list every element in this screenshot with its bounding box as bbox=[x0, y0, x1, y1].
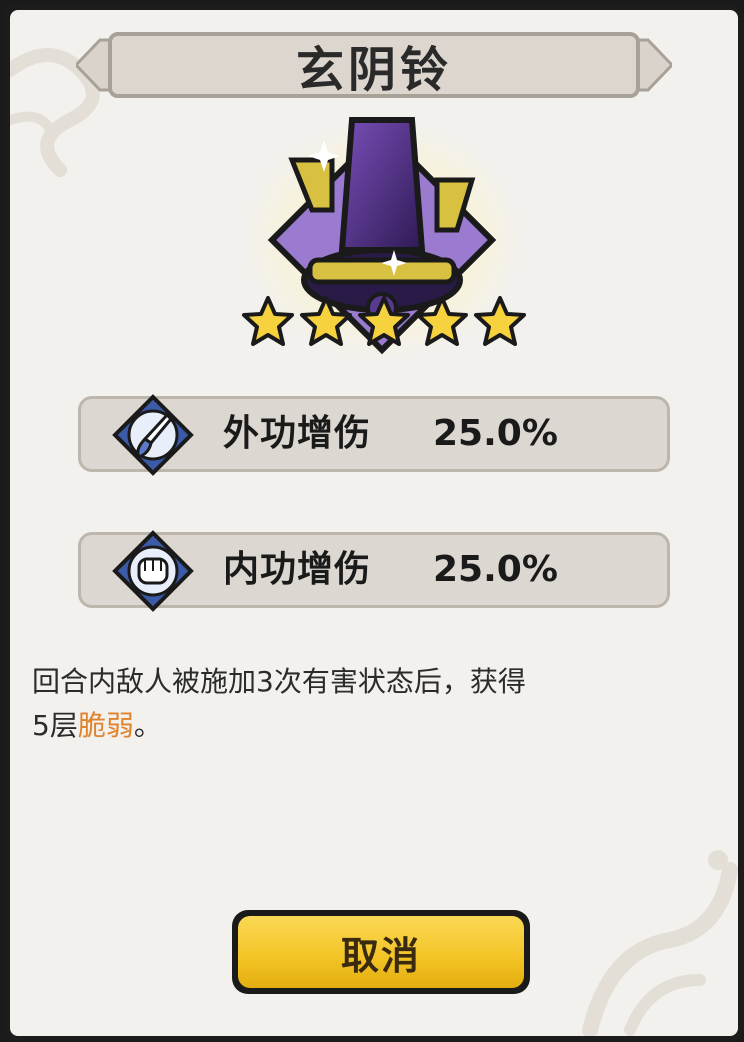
star-icon bbox=[358, 296, 410, 346]
star-rating bbox=[240, 294, 530, 354]
stat-value: 25.0% bbox=[433, 413, 558, 454]
title-banner: 玄阴铃 bbox=[76, 28, 672, 102]
vulnerable-keyword[interactable]: 脆弱 bbox=[78, 709, 134, 742]
brush-icon bbox=[112, 394, 194, 476]
stat-value: 25.0% bbox=[433, 549, 558, 590]
description-line-2: 5层脆弱。 bbox=[32, 704, 692, 748]
cancel-button[interactable]: 取消 bbox=[232, 910, 530, 994]
item-detail-panel: 玄阴铃 外功增伤 25.0% 内功增伤 25.0% 回合内敌人被施加3次有害状态… bbox=[4, 4, 744, 1042]
stat-label: 内功增伤 bbox=[223, 549, 372, 590]
item-title: 玄阴铃 bbox=[295, 42, 452, 98]
stat-row-external-damage: 外功增伤 25.0% bbox=[78, 394, 670, 476]
cancel-button-label: 取消 bbox=[238, 916, 524, 988]
star-icon bbox=[474, 296, 526, 346]
star-icon bbox=[242, 296, 294, 346]
description-line-1: 回合内敌人被施加3次有害状态后，获得 bbox=[32, 665, 526, 698]
item-description: 回合内敌人被施加3次有害状态后，获得 5层脆弱。 bbox=[32, 660, 692, 748]
cloud-decoration-bottom-right-icon bbox=[582, 850, 738, 1036]
fist-icon bbox=[112, 530, 194, 612]
description-suffix: 。 bbox=[133, 709, 162, 742]
stat-label: 外功增伤 bbox=[223, 413, 372, 454]
stat-row-internal-damage: 内功增伤 25.0% bbox=[78, 530, 670, 612]
description-prefix: 5层 bbox=[32, 709, 78, 742]
star-icon bbox=[300, 296, 352, 346]
star-icon bbox=[416, 296, 468, 346]
